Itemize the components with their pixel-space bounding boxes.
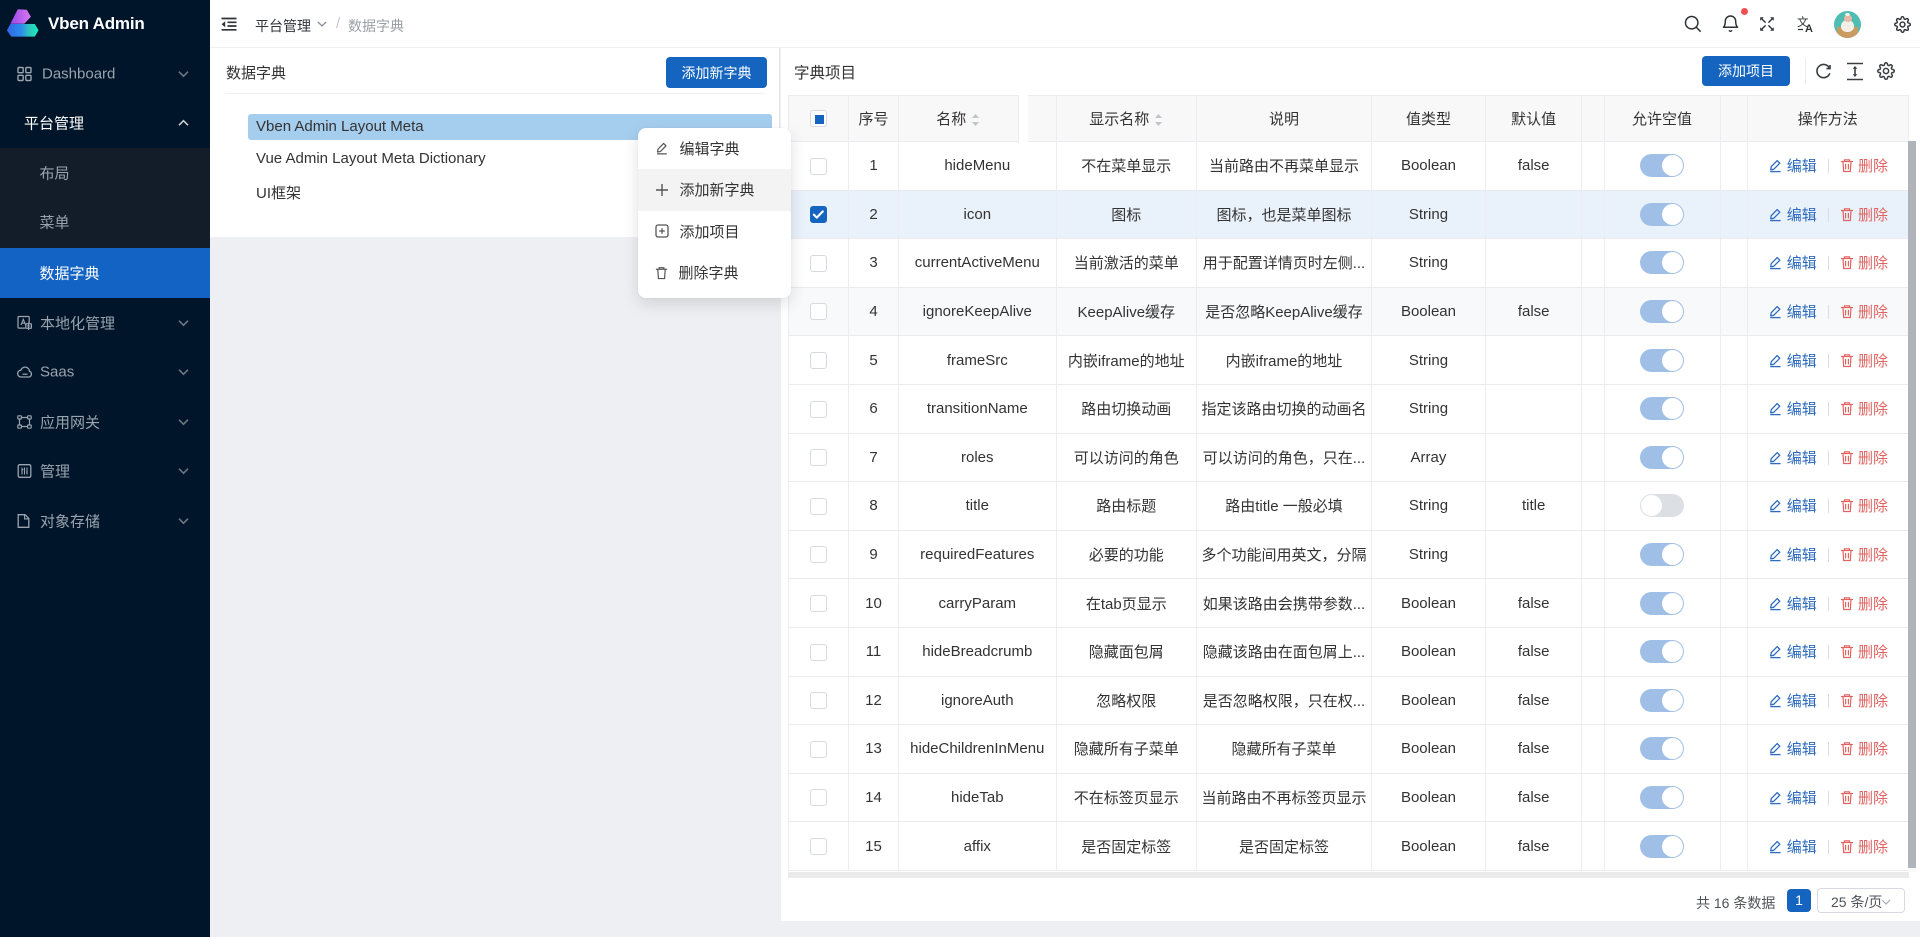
svg-text:A: A [1805,23,1813,33]
